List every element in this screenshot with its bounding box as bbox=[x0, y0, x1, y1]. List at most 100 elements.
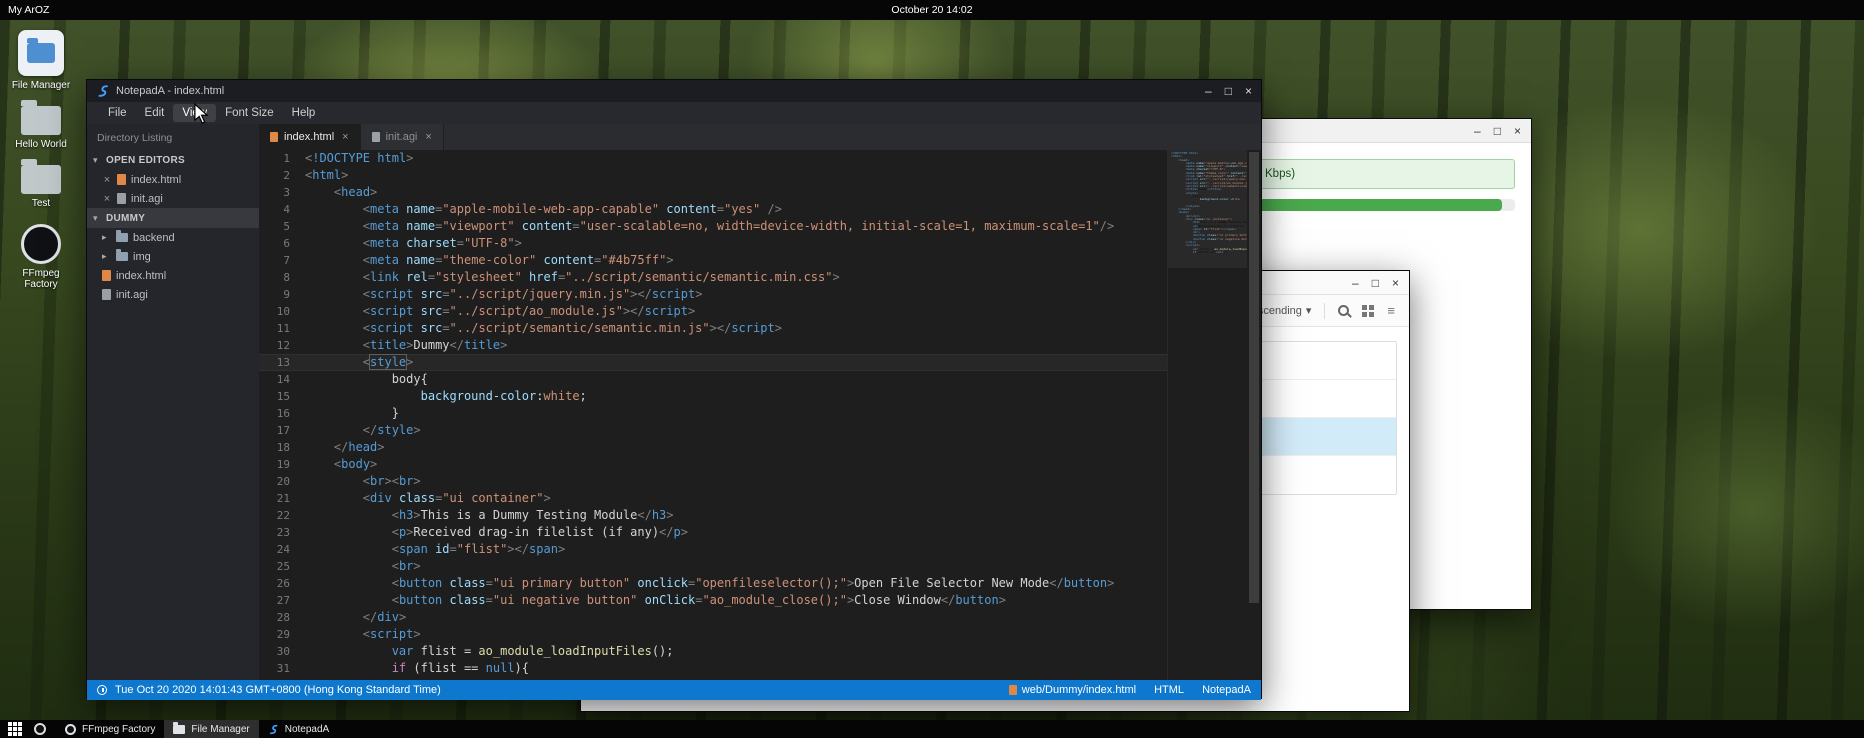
line-number: 20 bbox=[259, 473, 305, 490]
taskbar-clock-icon[interactable] bbox=[34, 723, 46, 735]
desktop-icon-test[interactable]: Test bbox=[9, 165, 73, 209]
menu-item-font-size[interactable]: Font Size bbox=[216, 104, 283, 122]
start-menu-icon[interactable] bbox=[8, 722, 12, 726]
minimize-icon[interactable]: – bbox=[1205, 85, 1212, 97]
status-filepath-item[interactable]: web/Dummy/index.html bbox=[1009, 684, 1136, 696]
folder-icon bbox=[27, 43, 55, 63]
tree-item-img[interactable]: ▸img bbox=[87, 247, 259, 266]
tree-item-init-agi[interactable]: ×init.agi bbox=[87, 189, 259, 208]
code-lines: 1<!DOCTYPE html>2<html>3 <head>4 <meta n… bbox=[259, 150, 1247, 680]
toolbar-divider bbox=[1324, 303, 1325, 319]
search-icon[interactable] bbox=[1338, 305, 1349, 316]
code-line[interactable]: 19 <body> bbox=[259, 456, 1247, 473]
close-icon[interactable]: × bbox=[1514, 125, 1521, 137]
menu-item-help[interactable]: Help bbox=[283, 104, 325, 122]
minimap[interactable]: <!DOCTYPE html><html> <head> <meta name=… bbox=[1167, 150, 1247, 680]
code-line[interactable]: 17 </style> bbox=[259, 422, 1247, 439]
code-line[interactable]: 7 <meta name="theme-color" content="#4b7… bbox=[259, 252, 1247, 269]
code-line[interactable]: 11 <script src="../script/semantic/seman… bbox=[259, 320, 1247, 337]
tree-item-index-html[interactable]: index.html bbox=[87, 266, 259, 285]
line-number: 27 bbox=[259, 592, 305, 609]
notepada-logo-icon bbox=[96, 84, 110, 98]
code-line[interactable]: 6 <meta charset="UTF-8"> bbox=[259, 235, 1247, 252]
notepada-window: NotepadA - index.html – □ × FileEditView… bbox=[86, 79, 1262, 699]
tab-init-agi[interactable]: init.agi× bbox=[361, 124, 444, 150]
code-line[interactable]: 24 <span id="flist"></span> bbox=[259, 541, 1247, 558]
code-line[interactable]: 26 <button class="ui primary button" onc… bbox=[259, 575, 1247, 592]
close-icon[interactable]: × bbox=[1245, 85, 1252, 97]
code-line[interactable]: 29 <script> bbox=[259, 626, 1247, 643]
line-number: 2 bbox=[259, 167, 305, 184]
code-line[interactable]: 31 if (flist == null){ bbox=[259, 660, 1247, 677]
line-number: 4 bbox=[259, 201, 305, 218]
tree-item-index-html[interactable]: ×index.html bbox=[87, 170, 259, 189]
code-line[interactable]: 20 <br><br> bbox=[259, 473, 1247, 490]
scrollbar-thumb[interactable] bbox=[1249, 152, 1259, 603]
tree-section-open-editors[interactable]: ▾OPEN EDITORS bbox=[87, 150, 259, 170]
code-line[interactable]: 21 <div class="ui container"> bbox=[259, 490, 1247, 507]
code-line[interactable]: 13 <style> bbox=[259, 354, 1247, 371]
close-icon[interactable]: × bbox=[102, 174, 112, 186]
line-number: 5 bbox=[259, 218, 305, 235]
grid-view-icon[interactable] bbox=[1362, 305, 1374, 317]
code-line[interactable]: 28 </div> bbox=[259, 609, 1247, 626]
maximize-icon[interactable]: □ bbox=[1372, 277, 1379, 289]
notepada-logo-icon bbox=[268, 724, 279, 735]
code-line[interactable]: 14 body{ bbox=[259, 371, 1247, 388]
close-icon[interactable]: × bbox=[342, 131, 348, 143]
code-line[interactable]: 23 <p>Received drag-in filelist (if any)… bbox=[259, 524, 1247, 541]
tree-item-init-agi[interactable]: init.agi bbox=[87, 285, 259, 304]
maximize-icon[interactable]: □ bbox=[1494, 125, 1501, 137]
menu-item-edit[interactable]: Edit bbox=[136, 104, 174, 122]
notepada-body: Directory Listing ▾OPEN EDITORS×index.ht… bbox=[87, 124, 1261, 680]
code-line[interactable]: 5 <meta name="viewport" content="user-sc… bbox=[259, 218, 1247, 235]
code-line[interactable]: 30 var flist = ao_module_loadInputFiles(… bbox=[259, 643, 1247, 660]
code-line[interactable]: 25 <br> bbox=[259, 558, 1247, 575]
menu-item-file[interactable]: File bbox=[99, 104, 136, 122]
taskbar-item-notepada[interactable]: NotepadA bbox=[259, 720, 338, 738]
code-line[interactable]: 22 <h3>This is a Dummy Testing Module</h… bbox=[259, 507, 1247, 524]
code-line[interactable]: 9 <script src="../script/jquery.min.js">… bbox=[259, 286, 1247, 303]
line-number: 17 bbox=[259, 422, 305, 439]
code-line[interactable]: 10 <script src="../script/ao_module.js">… bbox=[259, 303, 1247, 320]
code-line[interactable]: 27 <button class="ui negative button" on… bbox=[259, 592, 1247, 609]
minimize-icon[interactable]: – bbox=[1474, 125, 1481, 137]
desktop-icon-hello-world[interactable]: Hello World bbox=[9, 106, 73, 150]
maximize-icon[interactable]: □ bbox=[1225, 85, 1232, 97]
tree-item-backend[interactable]: ▸backend bbox=[87, 228, 259, 247]
desktop-icon-label: File Manager bbox=[12, 80, 70, 91]
status-language[interactable]: HTML bbox=[1154, 684, 1184, 696]
taskbar-item-ffmpeg-factory[interactable]: FFmpeg Factory bbox=[56, 720, 164, 738]
close-icon[interactable]: × bbox=[1392, 277, 1399, 289]
status-bar: Tue Oct 20 2020 14:01:43 GMT+0800 (Hong … bbox=[87, 680, 1261, 700]
line-number: 1 bbox=[259, 150, 305, 167]
close-icon[interactable]: × bbox=[425, 131, 431, 143]
desktop-icon-label: Hello World bbox=[15, 139, 67, 150]
notepada-titlebar[interactable]: NotepadA - index.html – □ × bbox=[87, 80, 1261, 102]
code-line[interactable]: 4 <meta name="apple-mobile-web-app-capab… bbox=[259, 201, 1247, 218]
tab-index-html[interactable]: index.html× bbox=[259, 124, 361, 150]
minimap-slider[interactable] bbox=[1168, 150, 1247, 268]
code-line[interactable]: 1<!DOCTYPE html> bbox=[259, 150, 1247, 167]
code-line[interactable]: 15 background-color:white; bbox=[259, 388, 1247, 405]
code-line[interactable]: 12 <title>Dummy</title> bbox=[259, 337, 1247, 354]
desktop-icon-file-manager[interactable]: File Manager bbox=[9, 30, 73, 91]
taskbar-item-file-manager[interactable]: File Manager bbox=[164, 720, 258, 738]
code-line[interactable]: 18 </head> bbox=[259, 439, 1247, 456]
code-line[interactable]: 16 } bbox=[259, 405, 1247, 422]
close-icon[interactable]: × bbox=[102, 193, 112, 205]
mouse-cursor bbox=[193, 103, 209, 125]
code-line[interactable]: 3 <head> bbox=[259, 184, 1247, 201]
status-appname[interactable]: NotepadA bbox=[1202, 684, 1251, 696]
code-line[interactable]: 8 <link rel="stylesheet" href="../script… bbox=[259, 269, 1247, 286]
list-view-icon[interactable]: ≡ bbox=[1387, 304, 1395, 317]
editor-scrollbar[interactable] bbox=[1247, 150, 1261, 680]
file-icon bbox=[372, 132, 380, 142]
aroz-brand[interactable]: My ArOZ bbox=[8, 4, 49, 16]
minimize-icon[interactable]: – bbox=[1352, 277, 1359, 289]
code-line[interactable]: 2<html> bbox=[259, 167, 1247, 184]
file-icon bbox=[1009, 685, 1017, 695]
tree-section-dummy[interactable]: ▾DUMMY bbox=[87, 208, 259, 228]
desktop-icon-ffmpeg-factory[interactable]: FFmpeg Factory bbox=[9, 224, 73, 290]
file-icon bbox=[102, 270, 111, 281]
